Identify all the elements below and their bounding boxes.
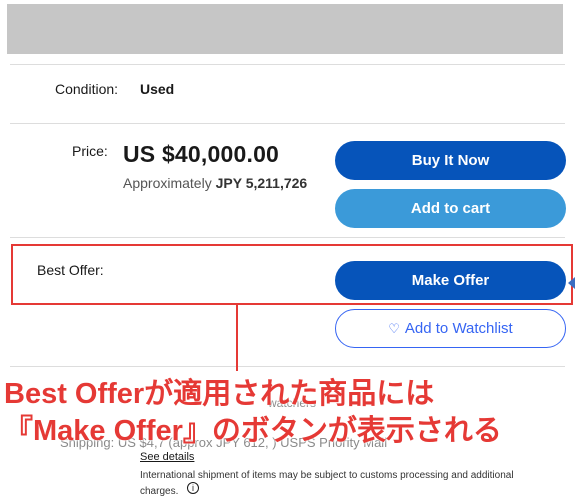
buy-it-now-button[interactable]: Buy It Now [335,141,566,180]
price-approx: Approximately JPY 5,211,726 [123,175,307,191]
price-approx-prefix: Approximately [123,175,212,191]
info-icon[interactable]: i [187,482,199,494]
condition-label: Condition: [55,81,119,97]
divider [10,237,565,238]
divider [10,123,565,124]
add-to-cart-button[interactable]: Add to cart [335,189,566,228]
heart-icon: ♡ [388,320,400,336]
top-banner [7,4,563,54]
condition-value: Used [140,81,175,97]
annotation-line-2: 『Make Offer』のボタンが表示される [4,415,502,447]
price-label: Price: [72,143,108,159]
price-approx-value: JPY 5,211,726 [215,175,308,191]
annotation-highlight-box [11,244,573,305]
intl-shipping-note-2: charges. [140,486,179,497]
price-value: US $40,000.00 [123,141,280,167]
annotation-line-1: Best Offerが適用された商品には [4,378,435,410]
annotation-pointer-line [236,305,238,371]
add-to-watchlist-label: Add to Watchlist [404,320,513,337]
edge-marker-icon [568,277,575,289]
divider [10,64,565,65]
add-to-watchlist-button[interactable]: ♡ Add to Watchlist [335,309,566,348]
divider [10,366,565,367]
intl-shipping-note: International shipment of items may be s… [140,470,514,481]
see-details-link[interactable]: See details [140,451,194,463]
